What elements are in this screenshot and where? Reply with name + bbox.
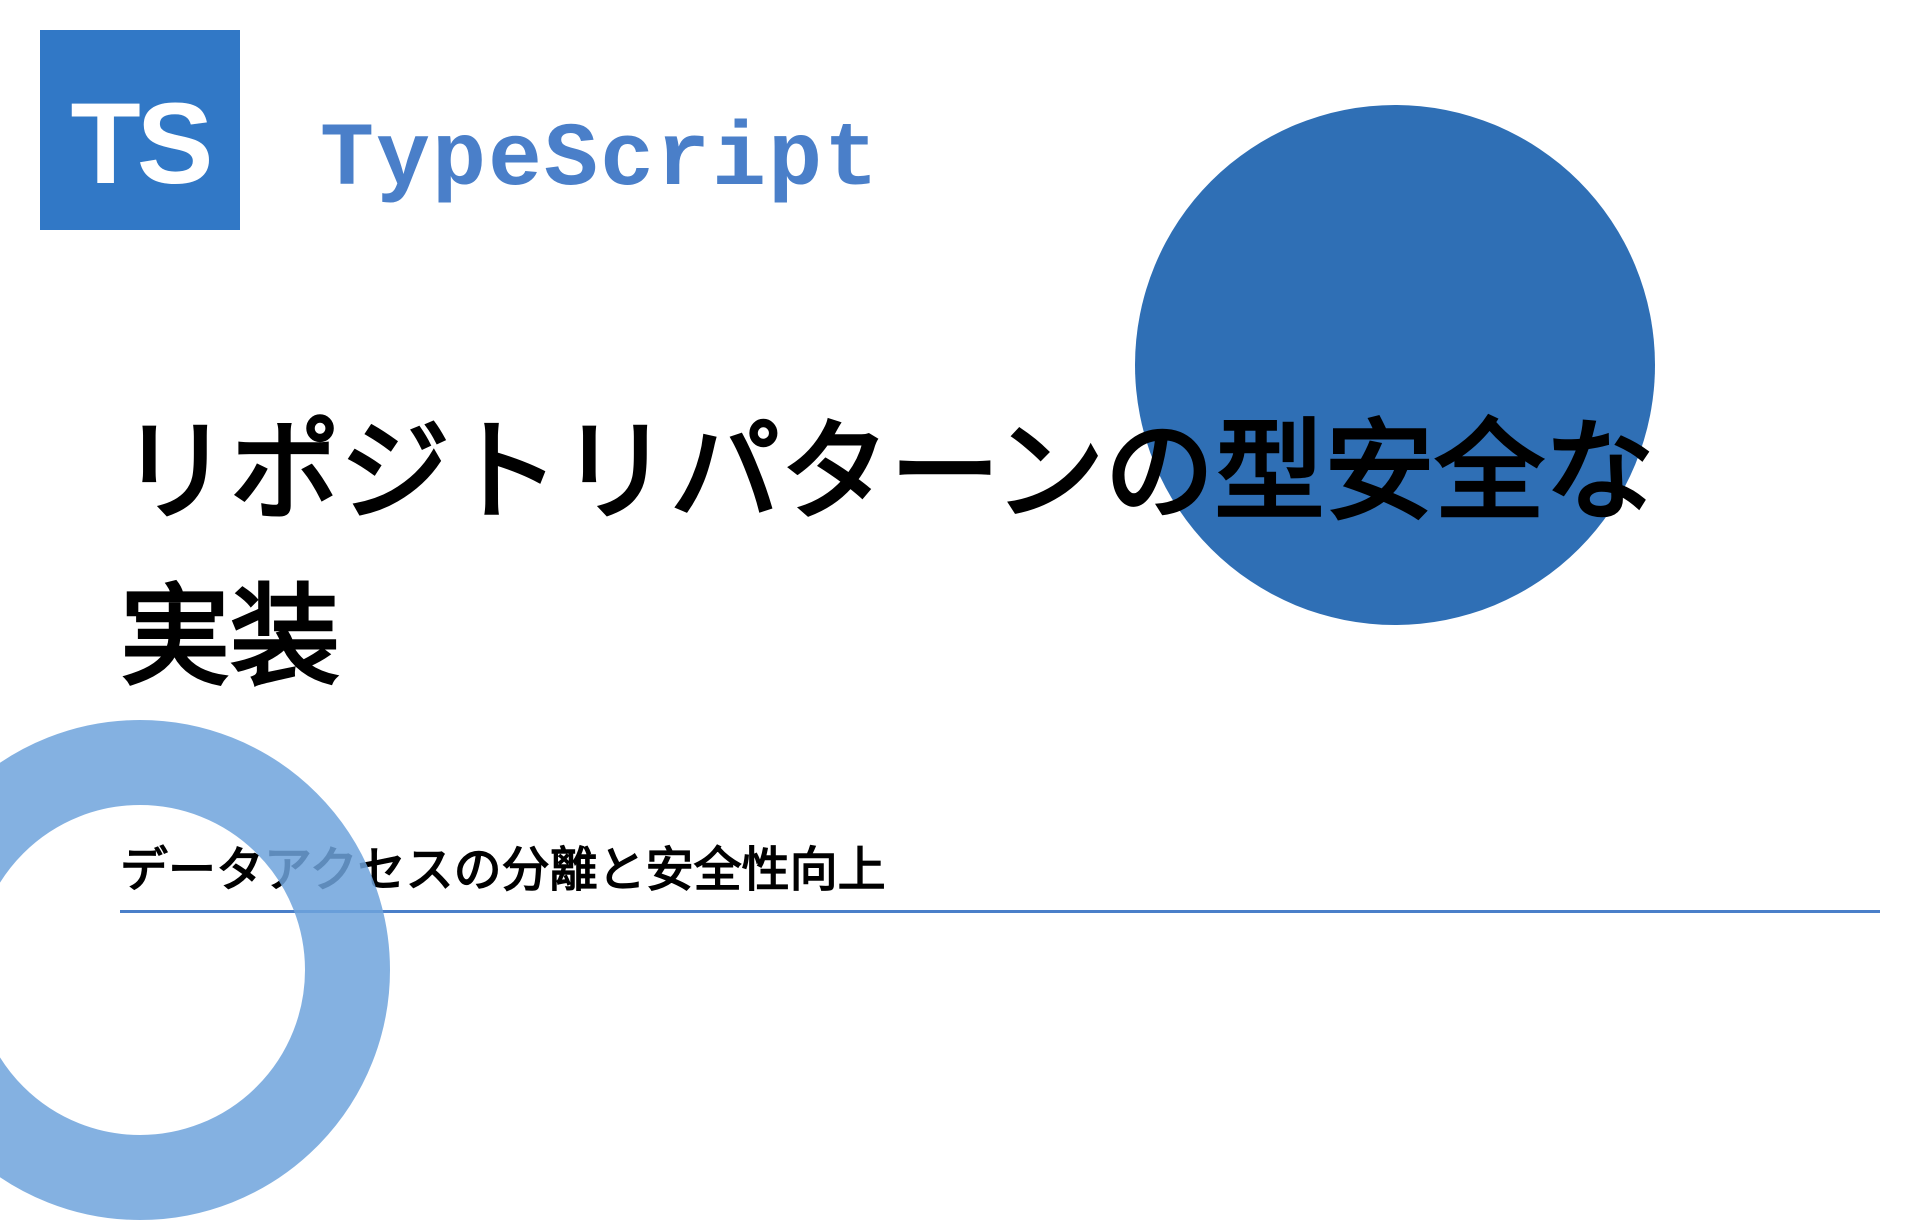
brand-title: TypeScript — [320, 110, 880, 212]
typescript-logo: TS — [40, 30, 240, 230]
decorative-ring — [0, 720, 390, 1220]
page-title: リポジトリパターンの型安全な実装 — [120, 390, 1720, 720]
subtitle-underline — [120, 910, 1880, 913]
typescript-logo-text: TS — [71, 78, 210, 210]
